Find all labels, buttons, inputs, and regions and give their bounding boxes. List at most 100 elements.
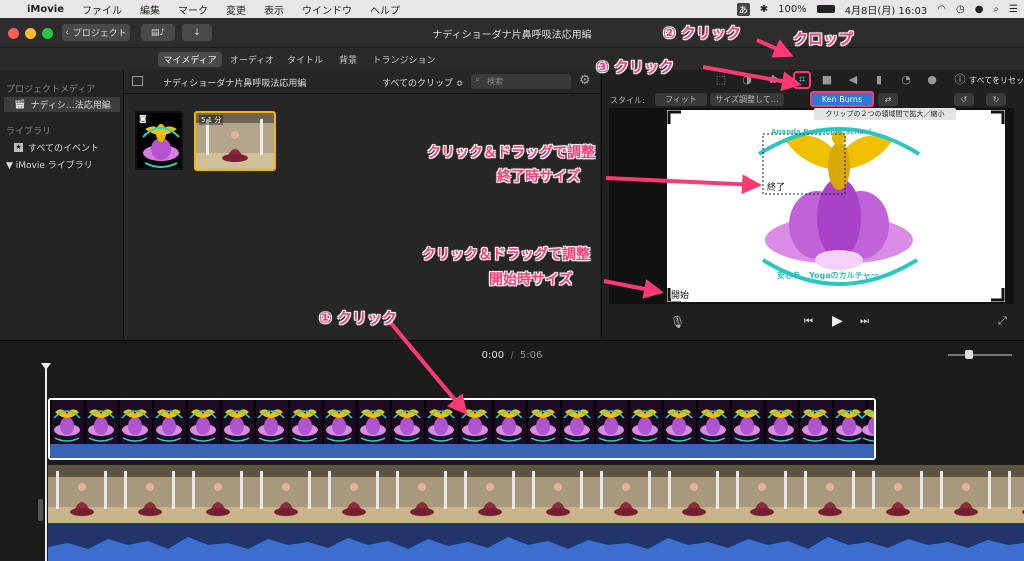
browser-tabs: マイメディア オーディオ タイトル 背景 トランジション	[0, 48, 1024, 70]
filter-icon[interactable]: ●	[925, 73, 939, 87]
library-header: ライブラリ	[6, 127, 52, 137]
annotation-step2: ② クリック	[663, 24, 741, 42]
clip-duration-badge: 5.1 分	[199, 115, 224, 125]
tab-titles[interactable]: タイトル	[282, 52, 328, 67]
window-title: ナディショーダナ片鼻呼吸法応用編	[432, 30, 592, 41]
annotation-end-line2: 終了時サイズ	[497, 169, 581, 185]
info-icon[interactable]: ⓘ	[953, 73, 967, 87]
battery-icon[interactable]	[816, 5, 835, 13]
swap-start-end-icon[interactable]: ⇄	[878, 93, 898, 106]
browser-header: ナディショーダナ片鼻呼吸法応用編 すべてのクリップ ≎ ⌕ 検索 ⚙	[124, 70, 600, 94]
logo-filmstrip-frames	[53, 408, 874, 442]
fullscreen-icon[interactable]: ⤢	[998, 314, 1007, 328]
clock[interactable]: 4月8日(月) 16:03	[845, 2, 928, 17]
media-browser: ナディショーダナ片鼻呼吸法応用編 すべてのクリップ ≎ ⌕ 検索 ⚙ ◙ 5.1…	[124, 70, 600, 340]
start-rect-label: 開始	[671, 288, 690, 301]
rotate-right-icon[interactable]: ↻	[986, 93, 1006, 106]
browser-title: ナディショーダナ片鼻呼吸法応用編	[163, 79, 307, 89]
clip-edge-handle[interactable]	[38, 499, 43, 521]
sidebar-item-project-label: ナディシ…法応用編	[30, 101, 111, 111]
search-placeholder: 検索	[487, 77, 503, 86]
menu-list-icon[interactable]: ☰	[1009, 4, 1018, 15]
style-label: スタイル:	[610, 96, 645, 105]
menu-help[interactable]: ヘルプ	[361, 2, 409, 17]
sidebar-toggle-icon[interactable]	[132, 76, 143, 86]
video-filmstrip	[48, 465, 1024, 561]
menu-window[interactable]: ウインドウ	[293, 2, 361, 17]
sidebar-item-all-events[interactable]: ★ すべてのイベント	[4, 140, 120, 155]
crop-icon[interactable]: ⌗	[793, 71, 811, 89]
reset-all-button[interactable]: すべてをリセット	[969, 75, 1024, 86]
tab-transitions[interactable]: トランジション	[368, 52, 440, 67]
annotation-start-line1: クリック＆ドラッグで調整	[422, 247, 590, 263]
timecode-current: 0:00	[481, 350, 505, 361]
time-machine-icon[interactable]: ◷	[956, 4, 965, 15]
playhead[interactable]	[45, 367, 47, 561]
color-balance-icon[interactable]: ⬚	[714, 73, 728, 87]
menu-mark[interactable]: マーク	[169, 2, 217, 17]
play-icon[interactable]: ▶	[832, 313, 843, 329]
wifi-icon[interactable]: ◠	[937, 4, 946, 15]
playhead-top[interactable]	[41, 363, 51, 370]
stabilization-icon[interactable]: ■	[820, 73, 834, 87]
zoom-slider-knob[interactable]	[965, 350, 973, 359]
title-bar: ‹ プロジェクト ▤♪ ↓ ナディショーダナ片鼻呼吸法応用編	[0, 18, 1024, 48]
speed-icon[interactable]: ◔	[899, 73, 913, 87]
search-field[interactable]: ⌕ 検索	[471, 74, 571, 89]
ime-indicator[interactable]: あ	[736, 2, 750, 16]
color-correction-icon[interactable]: ◑	[740, 73, 754, 87]
project-media-header: プロジェクトメディア	[6, 85, 96, 95]
menu-imovie[interactable]: iMovie	[18, 4, 73, 15]
sidebar-item-project[interactable]: 🎬︎ ナディシ…法応用編	[4, 97, 120, 112]
fit-button[interactable]: フィット	[655, 93, 707, 106]
menu-modify[interactable]: 変更	[217, 2, 255, 17]
battery-percent[interactable]: 100%	[778, 4, 807, 15]
arc-bottom-text: 安心を、Yogaのカルチャー	[777, 271, 879, 280]
end-rect-label: 終了	[767, 180, 786, 193]
library-sidebar: プロジェクトメディア 🎬︎ ナディシ…法応用編 ライブラリ ★ すべてのイベント…	[0, 70, 124, 340]
user-icon[interactable]: ●	[975, 4, 984, 15]
photo-icon: ◙	[139, 114, 147, 123]
tab-my-media[interactable]: マイメディア	[158, 52, 222, 67]
annotation-step3: ③ クリック	[596, 58, 674, 76]
rotate-left-icon[interactable]: ↺	[954, 93, 974, 106]
clip-title-bar	[50, 444, 874, 458]
timeline: 0:00 / 5:06	[0, 340, 1024, 561]
tab-backgrounds[interactable]: 背景	[332, 52, 364, 67]
timecode-total: 5:06	[519, 350, 543, 361]
annotation-start-line2: 開始時サイズ	[489, 272, 573, 288]
sidebar-item-all-events-label: すべてのイベント	[28, 144, 100, 154]
equalizer-icon[interactable]: ▮	[872, 73, 886, 87]
crop-style-bar: スタイル: フィット サイズ調整して… Ken Burns ⇄ ↺ ↻	[602, 91, 1024, 108]
search-icon[interactable]: ⌕	[993, 4, 999, 15]
palette-icon[interactable]: ✿	[766, 73, 780, 87]
menu-file[interactable]: ファイル	[73, 2, 131, 17]
clip-thumbnail-logo[interactable]: ◙	[135, 111, 183, 170]
menu-bar: iMovie ファイル 編集 マーク 変更 表示 ウインドウ ヘルプ あ ✱ 1…	[0, 0, 1024, 18]
menu-view[interactable]: 表示	[255, 2, 293, 17]
volume-icon[interactable]: ◀	[846, 73, 860, 87]
ken-burns-tooltip: クリップの２つの領域間で拡大／縮小	[814, 108, 956, 120]
preview-frame[interactable]: Ananda Bodymind School 安心を、Yogaのカルチャー 終了…	[667, 110, 1005, 302]
annotation-crop: クロップ	[793, 30, 854, 48]
clapper-icon: 🎬︎	[14, 99, 26, 110]
previous-icon[interactable]: ⏮︎	[804, 316, 813, 327]
zoom-slider[interactable]	[948, 350, 1012, 359]
settings-gear-icon[interactable]: ⚙	[579, 73, 591, 88]
bluetooth-icon[interactable]: ✱	[760, 4, 768, 15]
annotation-end-line1: クリック＆ドラッグで調整	[427, 145, 595, 161]
preview-canvas: Ananda Bodymind School 安心を、Yogaのカルチャー 終了…	[609, 108, 1014, 304]
ken-burns-button[interactable]: Ken Burns	[810, 91, 874, 107]
timeline-clip-logo[interactable]	[48, 398, 876, 460]
next-icon[interactable]: ⏭︎	[860, 316, 869, 327]
clip-filter-select[interactable]: すべてのクリップ ≎	[382, 76, 463, 89]
clip-thumbnail-video[interactable]: 5.1 分	[194, 111, 276, 171]
timecode-separator: /	[510, 350, 514, 361]
crop-to-fill-button[interactable]: サイズ調整して…	[710, 93, 784, 106]
menu-edit[interactable]: 編集	[131, 2, 169, 17]
microphone-icon[interactable]: 🎙︎	[670, 315, 685, 329]
sidebar-item-imovie-library[interactable]: ▼ iMovie ライブラリ	[4, 157, 120, 172]
timeline-clip-video[interactable]	[48, 465, 1024, 561]
arc-top-text: Ananda Bodymind School	[771, 128, 872, 136]
tab-audio[interactable]: オーディオ	[225, 52, 279, 67]
